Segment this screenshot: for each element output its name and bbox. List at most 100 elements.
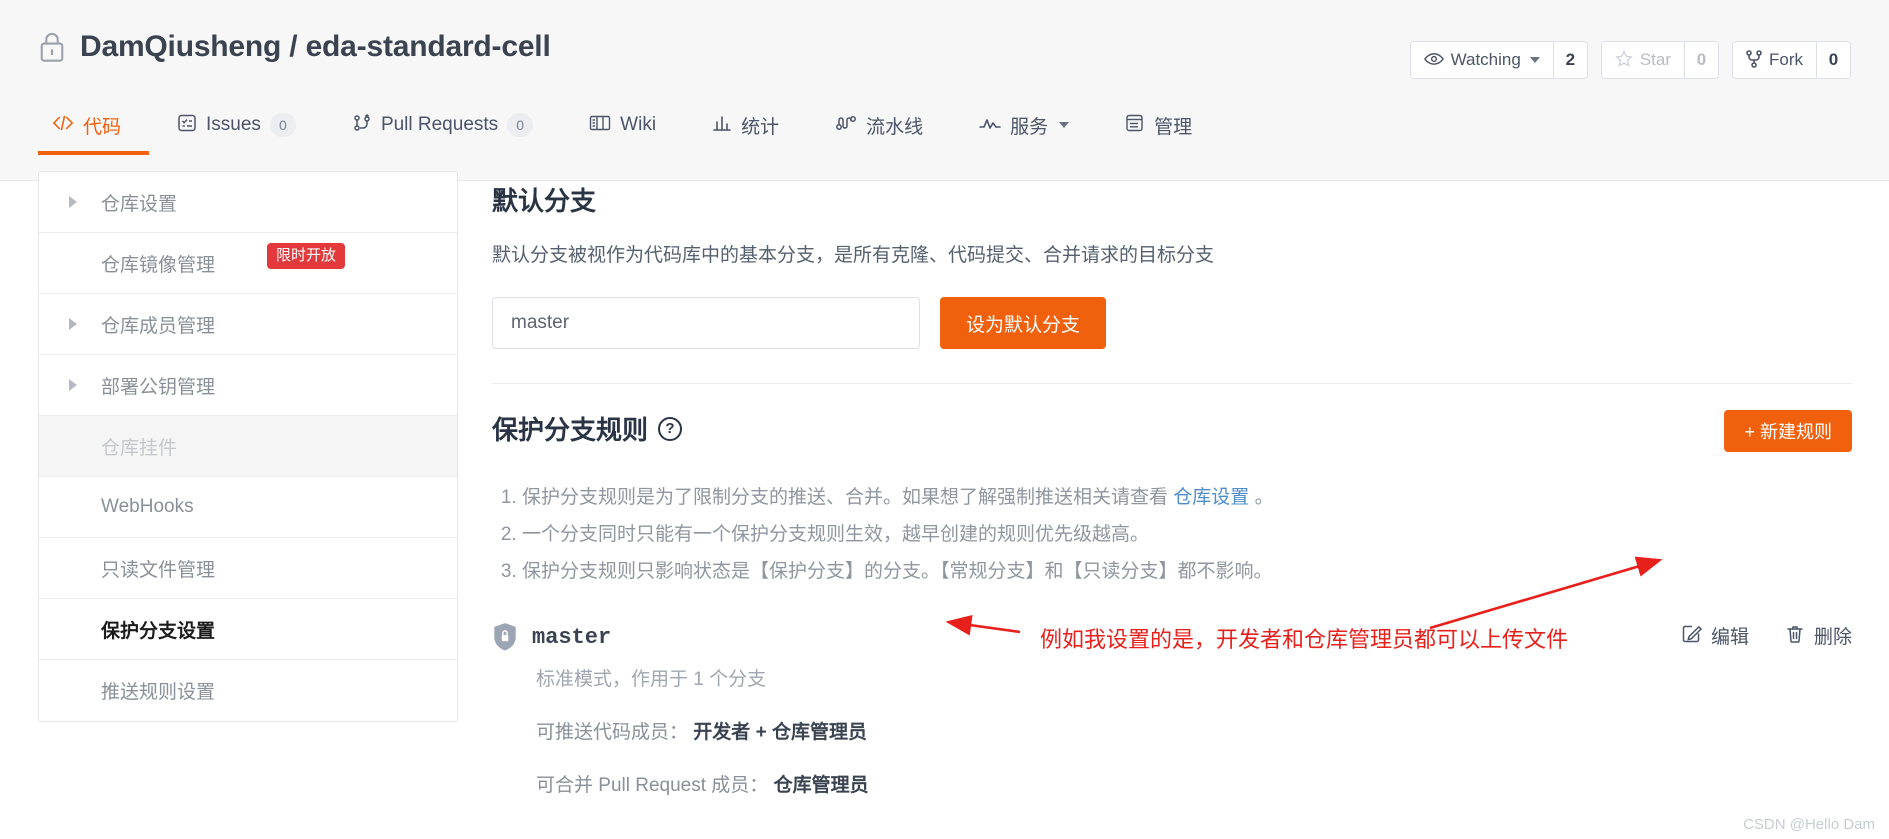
default-branch-input[interactable] <box>492 297 920 349</box>
rule-note: 一个分支同时只能有一个保护分支规则生效，越早创建的规则优先级越高。 <box>522 516 1852 553</box>
code-icon <box>52 115 74 135</box>
new-rule-button[interactable]: + 新建规则 <box>1724 410 1852 452</box>
sidebar-item-repo-widgets: 仓库挂件 <box>39 416 457 477</box>
chevron-right-icon <box>69 379 77 391</box>
sidebar-item-badge: 限时开放 <box>267 243 346 269</box>
tab-issues-badge: 0 <box>269 113 296 137</box>
manage-icon <box>1125 114 1145 136</box>
tab-wiki[interactable]: Wiki <box>561 99 684 155</box>
rule-note-text-after: 。 <box>1249 487 1274 508</box>
sidebar-item-repo-mirror[interactable]: 仓库镜像管理 限时开放 <box>39 233 457 294</box>
merge-members-value: 仓库管理员 <box>773 775 869 797</box>
rule-note: 保护分支规则是为了限制分支的推送、合并。如果想了解强制推送相关请查看 仓库设置 … <box>522 479 1852 516</box>
sidebar-item-label: 保护分支设置 <box>101 620 216 642</box>
rule-note-text: 保护分支规则只影响状态是【保护分支】的分支。【常规分支】和【只读分支】都不影响。 <box>522 561 1273 583</box>
fork-count: 0 <box>1816 42 1850 78</box>
watching-button-main[interactable]: Watching <box>1410 42 1553 78</box>
chart-icon <box>712 114 732 136</box>
push-members-label: 可推送代码成员： <box>536 722 689 744</box>
sidebar-item-protected-branch[interactable]: 保护分支设置 <box>39 599 457 660</box>
chevron-right-icon <box>69 318 77 330</box>
trash-icon <box>1785 624 1805 648</box>
protected-branch-name: master <box>532 624 612 650</box>
tab-pull-requests-badge: 0 <box>507 113 534 137</box>
repo-nav: 代码 Issues 0 Pull Requests 0 Wiki 统计 流水线 … <box>38 95 1220 155</box>
star-button-main[interactable]: Star <box>1601 42 1684 78</box>
chevron-down-icon <box>1529 57 1540 63</box>
book-icon <box>589 115 611 135</box>
tab-pipeline[interactable]: 流水线 <box>807 99 951 155</box>
sidebar-item-label: 部署公钥管理 <box>101 376 216 398</box>
sidebar-item-readonly-files[interactable]: 只读文件管理 <box>39 538 457 599</box>
merge-members-label: 可合并 Pull Request 成员： <box>536 775 769 797</box>
section-divider <box>492 383 1852 384</box>
edit-rule-button[interactable]: 编辑 <box>1682 622 1749 649</box>
fork-button-main[interactable]: Fork <box>1733 42 1816 78</box>
tab-services[interactable]: 服务 <box>951 99 1097 155</box>
fork-icon <box>1746 49 1762 71</box>
page-title: DamQiusheng / eda-standard-cell <box>80 30 551 63</box>
page-body: 仓库设置 仓库镜像管理 限时开放 仓库成员管理 部署公钥管理 仓库挂件 WebH… <box>0 171 1889 839</box>
issues-icon <box>177 114 197 136</box>
annotation-text: 例如我设置的是，开发者和仓库管理员都可以上传文件 <box>1040 627 1569 652</box>
star-count: 0 <box>1684 42 1718 78</box>
delete-rule-button[interactable]: 删除 <box>1785 622 1852 649</box>
protect-rules-title: 保护分支规则 <box>492 415 649 445</box>
chevron-down-icon <box>1059 122 1070 128</box>
default-branch-title: 默认分支 <box>492 186 597 216</box>
sidebar-item-label: 仓库成员管理 <box>101 315 216 337</box>
tab-pull-requests-label: Pull Requests <box>380 114 499 135</box>
tab-services-label: 服务 <box>1010 116 1049 138</box>
header-actions: Watching 2 Star 0 Fork 0 <box>1409 41 1851 79</box>
protect-rules-title-row: 保护分支规则 ? <box>492 410 683 447</box>
chevron-right-icon <box>69 196 77 208</box>
sidebar-item-label: 推送规则设置 <box>101 682 216 703</box>
rule-note-text: 保护分支规则是为了限制分支的推送、合并。如果想了解强制推送相关请查看 <box>522 487 1174 508</box>
main-content: 默认分支 默认分支被视作为代码库中的基本分支，是所有克隆、代码提交、合并请求的目… <box>492 181 1852 797</box>
protected-branch-actions: 编辑 删除 <box>1682 622 1852 649</box>
protected-branch-mode: 标准模式，作用于 1 个分支 <box>536 669 767 691</box>
rule-note-text: 一个分支同时只能有一个保护分支规则生效，越早创建的规则优先级越高。 <box>522 524 1150 546</box>
sidebar-item-label: 只读文件管理 <box>101 559 216 581</box>
sidebar-item-repo-members[interactable]: 仓库成员管理 <box>39 294 457 355</box>
tab-stats[interactable]: 统计 <box>684 99 807 155</box>
tab-manage-label: 管理 <box>1154 116 1193 138</box>
settings-sidebar: 仓库设置 仓库镜像管理 限时开放 仓库成员管理 部署公钥管理 仓库挂件 WebH… <box>38 171 458 722</box>
sidebar-item-repo-settings[interactable]: 仓库设置 <box>39 172 457 233</box>
watermark: CSDN @Hello Dam <box>1743 816 1875 833</box>
tab-code-label: 代码 <box>83 116 122 138</box>
tab-manage[interactable]: 管理 <box>1097 99 1220 155</box>
repo-title-row: DamQiusheng / eda-standard-cell <box>38 30 551 64</box>
fork-label: Fork <box>1769 50 1803 69</box>
push-members-value: 开发者 + 仓库管理员 <box>693 722 867 744</box>
star-label: Star <box>1639 50 1671 69</box>
set-default-branch-button[interactable]: 设为默认分支 <box>940 297 1107 349</box>
question-mark-icon[interactable]: ? <box>658 416 683 441</box>
fork-button[interactable]: Fork 0 <box>1732 41 1851 79</box>
sidebar-item-webhooks[interactable]: WebHooks <box>39 477 457 538</box>
repo-settings-link[interactable]: 仓库设置 <box>1173 487 1249 508</box>
eye-icon <box>1423 52 1444 69</box>
default-branch-description: 默认分支被视作为代码库中的基本分支，是所有克隆、代码提交、合并请求的目标分支 <box>492 245 1215 266</box>
watching-count: 2 <box>1552 42 1587 78</box>
shield-lock-icon <box>492 622 518 652</box>
pipeline-icon <box>835 114 857 136</box>
protected-branch-merge-row: 可合并 Pull Request 成员： 仓库管理员 <box>536 770 1852 797</box>
sidebar-item-push-rules[interactable]: 推送规则设置 <box>39 660 457 721</box>
default-branch-form: 设为默认分支 <box>492 297 1852 349</box>
watching-label: Watching <box>1450 50 1521 69</box>
protected-branch-push-row: 可推送代码成员： 开发者 + 仓库管理员 <box>536 717 1852 744</box>
sidebar-item-label: 仓库镜像管理 <box>101 254 216 276</box>
pulse-icon <box>979 116 1001 135</box>
rule-note: 保护分支规则只影响状态是【保护分支】的分支。【常规分支】和【只读分支】都不影响。 <box>522 553 1852 590</box>
pull-request-icon <box>352 114 372 136</box>
page-root: DamQiusheng / eda-standard-cell Watching… <box>0 0 1889 839</box>
star-button[interactable]: Star 0 <box>1600 41 1719 79</box>
sidebar-item-deploy-keys[interactable]: 部署公钥管理 <box>39 355 457 416</box>
protect-rules-notes: 保护分支规则是为了限制分支的推送、合并。如果想了解强制推送相关请查看 仓库设置 … <box>492 479 1852 590</box>
tab-pipeline-label: 流水线 <box>866 116 924 138</box>
tab-code[interactable]: 代码 <box>38 99 150 155</box>
tab-pull-requests[interactable]: Pull Requests 0 <box>324 99 561 155</box>
tab-issues[interactable]: Issues 0 <box>149 99 324 155</box>
watching-button[interactable]: Watching 2 <box>1409 41 1588 79</box>
